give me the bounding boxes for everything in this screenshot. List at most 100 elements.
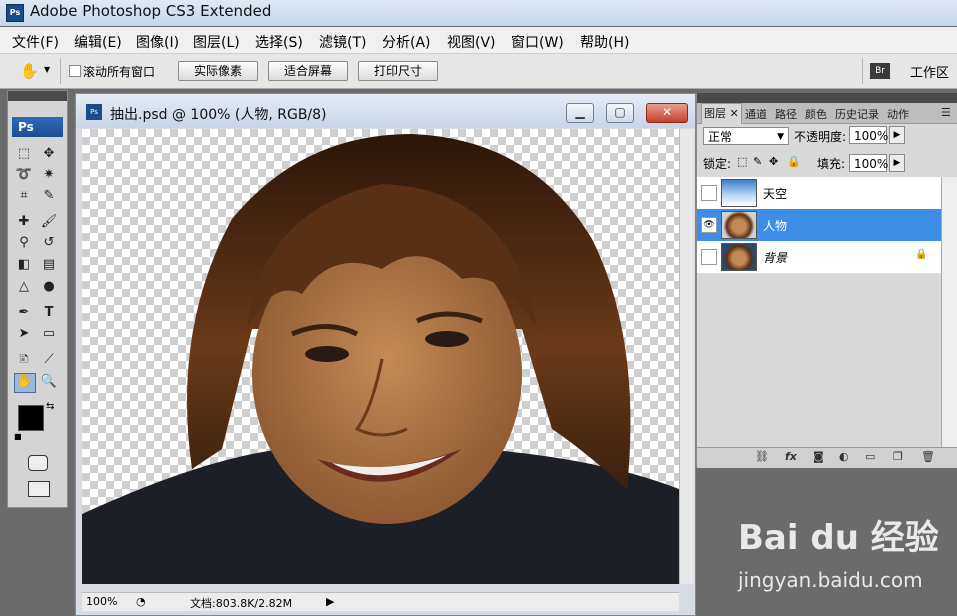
slice-tool-icon[interactable]: ✎ <box>39 187 59 205</box>
panel-menu-icon[interactable]: ☰ <box>941 106 951 119</box>
menu-file[interactable]: 文件(F) <box>12 32 59 52</box>
brush-tool-icon[interactable]: 🖌 <box>39 213 59 231</box>
visibility-toggle[interactable] <box>701 249 717 265</box>
bridge-icon[interactable]: Br <box>870 63 890 79</box>
separator <box>862 58 863 84</box>
layer-row-sky[interactable]: 天空 <box>697 177 941 210</box>
actual-pixels-button[interactable]: 实际像素 <box>178 61 258 81</box>
default-colors-icon[interactable]: ■ <box>14 432 22 441</box>
layer-name[interactable]: 天空 <box>763 185 787 202</box>
workspace-menu[interactable]: 工作区 <box>910 62 949 81</box>
type-tool-icon[interactable]: T <box>39 304 59 322</box>
panel-tabs: 图层 ✕ 通道 路径 颜色 历史记录 动作 ☰ <box>697 103 957 124</box>
opacity-input[interactable]: 100% <box>849 126 888 144</box>
fill-slider-arrow-icon[interactable]: ▶ <box>889 154 905 172</box>
maximize-button[interactable]: ▢ <box>606 103 634 123</box>
layer-thumbnail <box>721 211 757 239</box>
tab-paths[interactable]: 路径 <box>775 106 797 122</box>
toolbox-header[interactable] <box>8 91 67 101</box>
dodge-tool-icon[interactable]: ● <box>39 278 59 296</box>
menu-image[interactable]: 图像(I) <box>136 32 179 52</box>
blend-mode-select[interactable]: 正常 ▼ <box>703 127 789 145</box>
history-brush-tool-icon[interactable]: ↺ <box>39 234 59 252</box>
vertical-scrollbar[interactable] <box>679 129 694 584</box>
layers-scrollbar[interactable] <box>941 177 957 447</box>
add-mask-icon[interactable]: ◙ <box>813 450 824 463</box>
clone-stamp-tool-icon[interactable]: ⚲ <box>14 234 34 252</box>
status-icon[interactable]: ◔ <box>136 595 146 608</box>
minimize-button[interactable]: ▁ <box>566 103 594 123</box>
fill-input[interactable]: 100% <box>849 154 888 172</box>
document-canvas[interactable] <box>82 129 679 584</box>
marquee-tool-icon[interactable]: ⬚ <box>14 145 34 163</box>
layer-name[interactable]: 背景 <box>763 249 787 266</box>
status-menu-arrow-icon[interactable]: ▶ <box>326 595 334 608</box>
new-group-icon[interactable]: ▭ <box>865 450 875 463</box>
blur-tool-icon[interactable]: △ <box>14 278 34 296</box>
tool-preset-chevron-icon[interactable]: ▼ <box>44 65 50 74</box>
zoom-level[interactable]: 100% <box>86 595 117 608</box>
eyedropper-tool-icon[interactable]: ⟋ <box>39 351 59 369</box>
visibility-toggle[interactable] <box>701 185 717 201</box>
layer-name[interactable]: 人物 <box>763 217 787 234</box>
portrait-image <box>82 134 679 584</box>
lock-all-icon[interactable]: 🔒 <box>787 155 801 168</box>
lock-position-icon[interactable]: ✥ <box>769 155 778 168</box>
lasso-tool-icon[interactable]: ➰ <box>14 166 34 184</box>
menu-window[interactable]: 窗口(W) <box>511 32 564 52</box>
magic-wand-tool-icon[interactable]: ✷ <box>39 166 59 184</box>
document-title-bar[interactable]: Ps 抽出.psd @ 100% (人物, RGB/8) ▁ ▢ ✕ <box>76 94 695 128</box>
menu-analysis[interactable]: 分析(A) <box>382 32 431 52</box>
scroll-all-windows-checkbox[interactable] <box>69 65 81 77</box>
close-button[interactable]: ✕ <box>646 103 688 123</box>
opacity-slider-arrow-icon[interactable]: ▶ <box>889 126 905 144</box>
menu-help[interactable]: 帮助(H) <box>580 32 629 52</box>
toolbox-logo[interactable]: Ps <box>12 117 63 137</box>
print-size-button[interactable]: 打印尺寸 <box>358 61 438 81</box>
separator <box>60 58 61 84</box>
menu-select[interactable]: 选择(S) <box>255 32 303 52</box>
layer-row-background[interactable]: 背景 🔒 <box>697 241 941 274</box>
menu-filter[interactable]: 滤镜(T) <box>319 32 366 52</box>
document-info: 文档:803.8K/2.82M <box>190 597 293 610</box>
tab-history[interactable]: 历史记录 <box>835 106 879 122</box>
foreground-color-swatch[interactable] <box>18 405 44 431</box>
tab-actions[interactable]: 动作 <box>887 106 909 122</box>
shape-tool-icon[interactable]: ▭ <box>39 325 59 343</box>
eye-icon[interactable]: 👁 <box>701 217 717 233</box>
eraser-tool-icon[interactable]: ◧ <box>14 256 34 274</box>
panel-header[interactable] <box>697 93 957 103</box>
new-layer-icon[interactable]: ❐ <box>893 450 903 463</box>
lock-icon: 🔒 <box>915 249 928 260</box>
notes-tool-icon[interactable]: 🗈 <box>14 351 34 369</box>
menu-view[interactable]: 视图(V) <box>447 32 496 52</box>
trash-icon[interactable]: 🗑 <box>921 450 935 463</box>
layer-row-person[interactable]: 👁 人物 <box>697 209 941 242</box>
lock-image-icon[interactable]: ✎ <box>753 155 762 168</box>
fit-screen-button[interactable]: 适合屏幕 <box>268 61 348 81</box>
hand-tool-icon[interactable]: ✋ <box>20 62 39 80</box>
tab-channels[interactable]: 通道 <box>745 106 767 122</box>
path-selection-tool-icon[interactable]: ➤ <box>14 325 34 343</box>
layers-empty-area <box>697 273 941 447</box>
swap-colors-icon[interactable]: ⇆ <box>46 401 54 412</box>
screen-mode-icon[interactable] <box>28 481 50 497</box>
healing-brush-tool-icon[interactable]: ✚ <box>14 213 34 231</box>
zoom-tool-icon[interactable]: 🔍 <box>39 373 59 391</box>
fx-icon[interactable]: fx <box>785 450 797 463</box>
menu-edit[interactable]: 编辑(E) <box>74 32 122 52</box>
quick-mask-icon[interactable] <box>28 455 48 471</box>
crop-tool-icon[interactable]: ⌗ <box>14 187 34 205</box>
gradient-tool-icon[interactable]: ▤ <box>39 256 59 274</box>
menu-layer[interactable]: 图层(L) <box>193 32 240 52</box>
link-layers-icon[interactable]: ⛓ <box>755 450 769 463</box>
lock-transparency-icon[interactable]: ⬚ <box>737 155 747 168</box>
tab-layers[interactable]: 图层 ✕ <box>701 103 742 124</box>
hand-tool-icon[interactable]: ✋ <box>14 373 36 393</box>
move-tool-icon[interactable]: ✥ <box>39 145 59 163</box>
layers-panel-footer: ⛓ fx ◙ ◐ ▭ ❐ 🗑 <box>697 447 957 468</box>
pen-tool-icon[interactable]: ✒ <box>14 304 34 322</box>
tab-color[interactable]: 颜色 <box>805 106 827 122</box>
adjustment-layer-icon[interactable]: ◐ <box>839 450 849 463</box>
fill-label: 填充: <box>817 157 846 171</box>
